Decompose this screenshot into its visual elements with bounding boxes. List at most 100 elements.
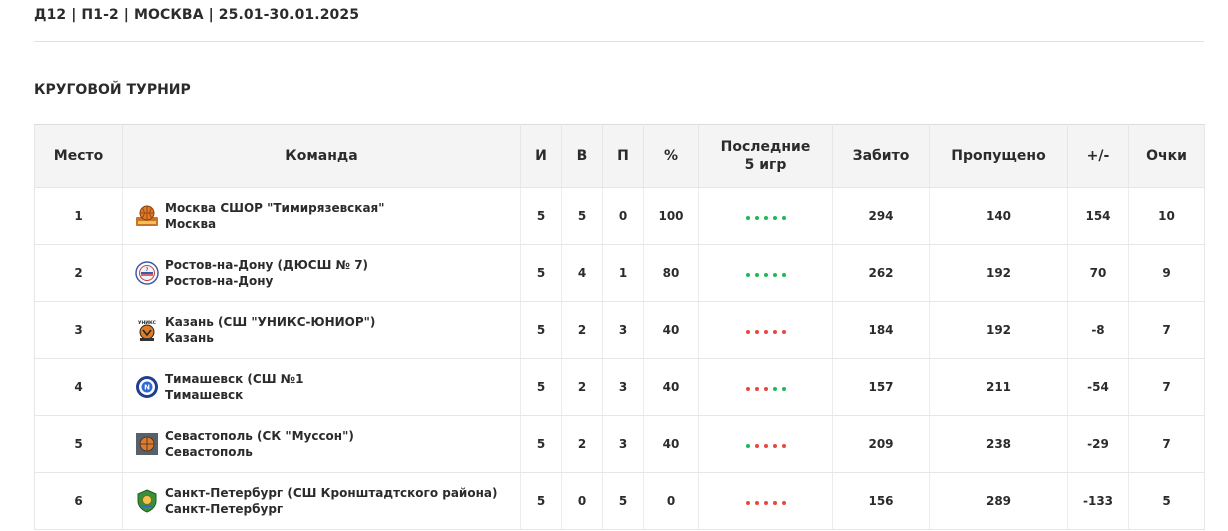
col-header-losses[interactable]: П xyxy=(602,124,644,188)
team-name[interactable]: Тимашевск (СШ №1 xyxy=(165,371,304,387)
diff-cell: -29 xyxy=(1067,415,1129,473)
games-cell: 5 xyxy=(520,187,562,245)
col-header-scored[interactable]: Забито xyxy=(832,124,930,188)
team-city: Москва xyxy=(165,217,217,231)
points-cell: 7 xyxy=(1128,301,1205,359)
header-divider xyxy=(34,41,1204,42)
col-header-conceded[interactable]: Пропущено xyxy=(929,124,1068,188)
percent-cell: 40 xyxy=(643,415,699,473)
team-name[interactable]: Москва СШОР "Тимирязевская" xyxy=(165,200,385,216)
basketball-team-logo-icon xyxy=(135,204,159,228)
team-name[interactable]: Казань (СШ "УНИКС-ЮНИОР") xyxy=(165,314,375,330)
last5-dots xyxy=(745,501,786,505)
loss-dot xyxy=(763,387,768,391)
conceded-cell: 211 xyxy=(929,358,1068,416)
loss-dot xyxy=(745,387,750,391)
games-cell: 5 xyxy=(520,472,562,530)
place-cell: 4 xyxy=(34,358,123,416)
team-link[interactable]: Севастополь (СК "Муссон") Севастополь xyxy=(135,428,520,460)
loss-dot xyxy=(763,330,768,334)
team-cell[interactable]: 7 Ростов-на-Дону (ДЮСШ № 7) Ростов-на-Дону xyxy=(122,244,521,302)
diff-cell: 70 xyxy=(1067,244,1129,302)
col-header-team[interactable]: Команда xyxy=(122,124,521,188)
win-dot xyxy=(763,273,768,277)
place-cell: 2 xyxy=(34,244,123,302)
col-header-wins[interactable]: В xyxy=(561,124,603,188)
team-info: Москва СШОР "Тимирязевская" Москва xyxy=(165,200,385,232)
badge-team-logo-icon: N xyxy=(135,375,159,399)
col-header-percent[interactable]: % xyxy=(643,124,699,188)
win-dot xyxy=(781,216,786,220)
team-cell[interactable]: Москва СШОР "Тимирязевская" Москва xyxy=(122,187,521,245)
scored-cell: 184 xyxy=(832,301,930,359)
col-header-place[interactable]: Место xyxy=(34,124,123,188)
team-link[interactable]: Санкт-Петербург (СШ Кронштадтского район… xyxy=(135,485,520,517)
unics-logo-icon: УНИКС xyxy=(135,318,159,342)
win-dot xyxy=(745,216,750,220)
points-cell: 9 xyxy=(1128,244,1205,302)
place-cell: 3 xyxy=(34,301,123,359)
col-header-games[interactable]: И xyxy=(520,124,562,188)
team-name[interactable]: Ростов-на-Дону (ДЮСШ № 7) xyxy=(165,257,368,273)
team-city: Санкт-Петербург xyxy=(165,502,284,516)
table-row[interactable]: 6 Санкт-Петербург (СШ Кронштадтского райо… xyxy=(34,472,1205,530)
team-cell[interactable]: УНИКС Казань (СШ "УНИКС-ЮНИОР") Казань xyxy=(122,301,521,359)
wins-cell: 2 xyxy=(561,358,603,416)
team-info: Казань (СШ "УНИКС-ЮНИОР") Казань xyxy=(165,314,375,346)
last5-cell xyxy=(698,358,833,416)
team-info: Севастополь (СК "Муссон") Севастополь xyxy=(165,428,354,460)
table-row[interactable]: 1 Москва СШОР "Тимирязевская" Москва 5 5 0 100… xyxy=(34,187,1205,245)
percent-cell: 0 xyxy=(643,472,699,530)
loss-dot xyxy=(754,444,759,448)
loss-dot xyxy=(745,501,750,505)
loss-dot xyxy=(772,501,777,505)
wins-cell: 2 xyxy=(561,415,603,473)
last5-dots xyxy=(745,387,786,391)
last5-cell xyxy=(698,187,833,245)
team-name[interactable]: Севастополь (СК "Муссон") xyxy=(165,428,354,444)
percent-cell: 40 xyxy=(643,358,699,416)
team-cell[interactable]: Санкт-Петербург (СШ Кронштадтского район… xyxy=(122,472,521,530)
loss-dot xyxy=(754,330,759,334)
team-link[interactable]: N Тимашевск (СШ №1 Тимашевск xyxy=(135,371,520,403)
win-dot xyxy=(772,273,777,277)
team-city: Ростов-на-Дону xyxy=(165,274,274,288)
team-link[interactable]: 7 Ростов-на-Дону (ДЮСШ № 7) Ростов-на-Дону xyxy=(135,257,520,289)
team-info: Тимашевск (СШ №1 Тимашевск xyxy=(165,371,304,403)
diff-cell: -133 xyxy=(1067,472,1129,530)
table-row[interactable]: 3 УНИКС Казань (СШ "УНИКС-ЮНИОР") Казань 5 2 3… xyxy=(34,301,1205,359)
place-cell: 1 xyxy=(34,187,123,245)
table-row[interactable]: 5 Севастополь (СК "Муссон") Севастополь 5 2 3… xyxy=(34,415,1205,473)
table-row[interactable]: 2 7 Ростов-на-Дону (ДЮСШ № 7) Ростов-на-Дон… xyxy=(34,244,1205,302)
loss-dot xyxy=(754,387,759,391)
wins-cell: 0 xyxy=(561,472,603,530)
losses-cell: 3 xyxy=(602,358,644,416)
win-dot xyxy=(745,444,750,448)
loss-dot xyxy=(781,444,786,448)
team-city: Севастополь xyxy=(165,445,253,459)
col-header-points[interactable]: Очки xyxy=(1128,124,1205,188)
scored-cell: 157 xyxy=(832,358,930,416)
table-row[interactable]: 4 N Тимашевск (СШ №1 Тимашевск 5 2 3 40 157 211 -5… xyxy=(34,358,1205,416)
loss-dot xyxy=(772,330,777,334)
diff-cell: -54 xyxy=(1067,358,1129,416)
team-name[interactable]: Санкт-Петербург (СШ Кронштадтского район… xyxy=(165,485,497,501)
team-link[interactable]: Москва СШОР "Тимирязевская" Москва xyxy=(135,200,520,232)
place-cell: 6 xyxy=(34,472,123,530)
square-team-logo-icon xyxy=(135,432,159,456)
win-dot xyxy=(754,273,759,277)
percent-cell: 40 xyxy=(643,301,699,359)
team-cell[interactable]: Севастополь (СК "Муссон") Севастополь xyxy=(122,415,521,473)
last5-cell xyxy=(698,472,833,530)
losses-cell: 3 xyxy=(602,301,644,359)
col-header-diff[interactable]: +/- xyxy=(1067,124,1129,188)
losses-cell: 3 xyxy=(602,415,644,473)
loss-dot xyxy=(745,330,750,334)
team-link[interactable]: УНИКС Казань (СШ "УНИКС-ЮНИОР") Казань xyxy=(135,314,520,346)
last5-dots xyxy=(745,330,786,334)
loss-dot xyxy=(781,330,786,334)
team-cell[interactable]: N Тимашевск (СШ №1 Тимашевск xyxy=(122,358,521,416)
percent-cell: 100 xyxy=(643,187,699,245)
wins-cell: 2 xyxy=(561,301,603,359)
col-header-last5[interactable]: Последние 5 игр xyxy=(698,124,833,188)
